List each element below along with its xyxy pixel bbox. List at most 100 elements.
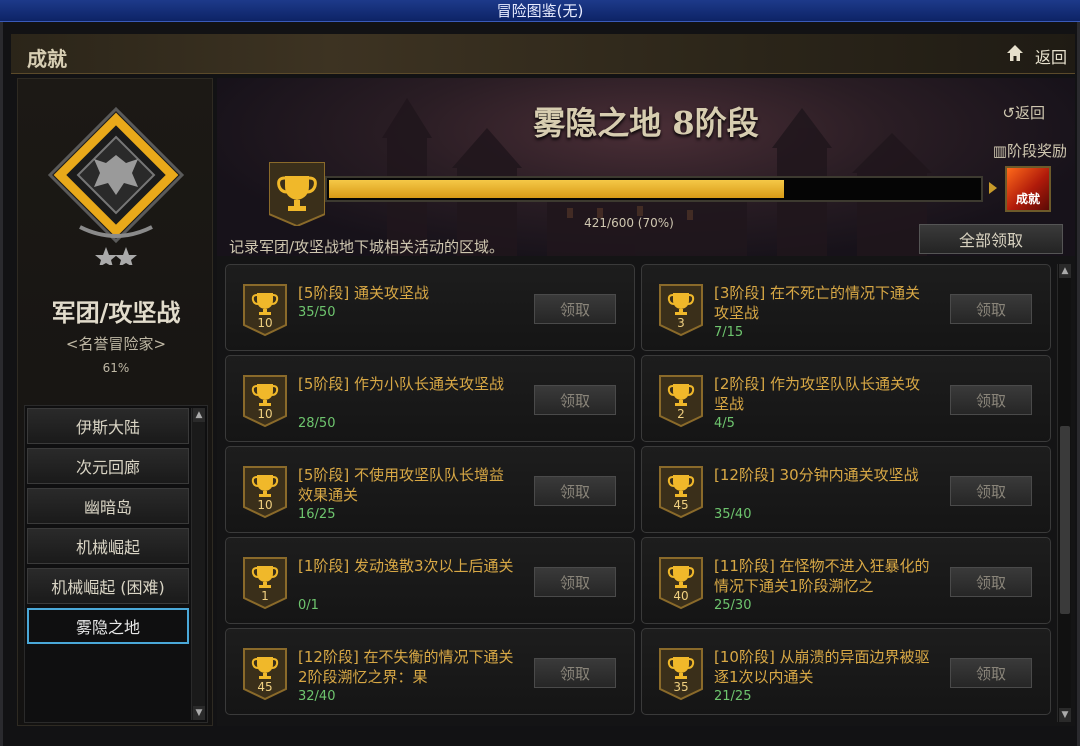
claim-button[interactable]: 领取 xyxy=(534,385,616,415)
achievement-scrollbar[interactable]: ▲ ▼ xyxy=(1057,264,1071,722)
scroll-up-icon[interactable]: ▲ xyxy=(193,408,205,422)
achievement-progress: 28/50 xyxy=(298,416,336,431)
stage-banner: 雾隐之地 8阶段 ↺返回 ▥阶段奖励 成就 421/600 (70%) 记录军团… xyxy=(217,78,1075,256)
achievement-points: 2 xyxy=(677,407,685,421)
nav-scrollbar[interactable]: ▲ ▼ xyxy=(191,408,205,720)
progress-arrow-icon xyxy=(989,182,997,194)
claim-button[interactable]: 领取 xyxy=(534,567,616,597)
achievement-card: 10 [5阶段] 通关攻坚战 35/50 领取 xyxy=(225,264,635,351)
achievement-title: [1阶段] 发动逸散3次以上后通关 xyxy=(298,557,514,575)
achievement-progress: 35/40 xyxy=(714,507,752,522)
achievement-badge: 45 xyxy=(658,465,704,519)
nav-item-dark-island[interactable]: 幽暗岛 xyxy=(27,488,189,524)
claim-button[interactable]: 领取 xyxy=(950,658,1032,688)
achievement-badge: 40 xyxy=(658,556,704,610)
achievement-badge: 35 xyxy=(658,647,704,701)
achievement-card: 3 [3阶段] 在不死亡的情况下通关攻坚战 7/15 领取 xyxy=(641,264,1051,351)
achievement-title: [5阶段] 不使用攻坚队队长增益效果通关 xyxy=(298,466,505,504)
achievement-title: [5阶段] 作为小队长通关攻坚战 xyxy=(298,375,505,393)
scroll-down-icon[interactable]: ▼ xyxy=(1059,708,1071,722)
window-title: 冒险图鉴(无) xyxy=(496,2,584,20)
achievement-points: 3 xyxy=(677,316,685,330)
scroll-down-icon[interactable]: ▼ xyxy=(193,706,205,720)
achievement-points: 10 xyxy=(257,498,273,512)
achievement-progress: 0/1 xyxy=(298,598,319,613)
stage-back-link[interactable]: ↺返回 xyxy=(1002,102,1045,123)
region-description: 记录军团/攻坚战地下城相关活动的区域。 xyxy=(229,238,505,256)
category-subtitle: <名誉冒险家> xyxy=(65,335,167,353)
achievement-card: 35 [10阶段] 从崩溃的异面边界被驱逐1次以内通关 21/25 领取 xyxy=(641,628,1051,715)
achievement-title: [12阶段] 在不失衡的情况下通关2阶段溯忆之界：果 xyxy=(298,648,514,686)
achievement-points: 35 xyxy=(673,680,689,694)
achievement-progress: 16/25 xyxy=(298,507,336,522)
achievement-title: [12阶段] 30分钟内通关攻坚战 xyxy=(714,466,919,484)
achievement-progress: 4/5 xyxy=(714,416,735,431)
back-arrow-icon: ↺ xyxy=(1002,104,1015,122)
nav-item-mist-land[interactable]: 雾隐之地 xyxy=(27,608,189,644)
home-icon[interactable] xyxy=(1005,43,1025,63)
achievement-points: 45 xyxy=(257,680,273,694)
achievement-card: 45 [12阶段] 30分钟内通关攻坚战 35/40 领取 xyxy=(641,446,1051,533)
achievement-badge: 10 xyxy=(242,283,288,337)
claim-button[interactable]: 领取 xyxy=(950,294,1032,324)
achievement-badge: 1 xyxy=(242,556,288,610)
achievement-badge: 2 xyxy=(658,374,704,428)
claim-button[interactable]: 领取 xyxy=(950,476,1032,506)
achievement-points: 10 xyxy=(257,407,273,421)
claim-button[interactable]: 领取 xyxy=(950,567,1032,597)
nav-item-machine-rise[interactable]: 机械崛起 xyxy=(27,528,189,564)
main-window: 成就 返回 军团/攻坚战 <名誉冒险家> 61% 伊斯大陆 次元回廊 幽暗岛 机… xyxy=(0,22,1080,746)
stage-reward-icon[interactable]: 成就 xyxy=(1005,166,1051,212)
stage-progress-fill xyxy=(329,180,784,198)
stage-title: 雾隐之地 8阶段 xyxy=(533,104,759,142)
achievement-badge: 10 xyxy=(242,465,288,519)
scroll-up-icon[interactable]: ▲ xyxy=(1059,264,1071,278)
achievement-progress: 25/30 xyxy=(714,598,752,613)
achievement-badge: 3 xyxy=(658,283,704,337)
achievement-title: [2阶段] 作为攻坚队队长通关攻坚战 xyxy=(714,375,921,413)
achievement-progress: 35/50 xyxy=(298,305,336,320)
achievement-panel: 雾隐之地 8阶段 ↺返回 ▥阶段奖励 成就 421/600 (70%) 记录军团… xyxy=(217,78,1075,726)
achievement-points: 40 xyxy=(673,589,689,603)
achievement-card: 2 [2阶段] 作为攻坚队队长通关攻坚战 4/5 领取 xyxy=(641,355,1051,442)
legion-emblem-icon xyxy=(47,106,185,265)
achievement-card: 10 [5阶段] 不使用攻坚队队长增益效果通关 16/25 领取 xyxy=(225,446,635,533)
nav-item-dimension-corridor[interactable]: 次元回廊 xyxy=(27,448,189,484)
achievement-grid: 10 [5阶段] 通关攻坚战 35/50 领取 3 [3阶段] 在不死亡的情况下通关攻坚战… xyxy=(221,264,1055,724)
stage-progress-bar xyxy=(325,176,983,202)
gift-icon: ▥ xyxy=(992,142,1007,160)
category-title: 军团/攻坚战 xyxy=(51,298,181,327)
section-header: 成就 返回 xyxy=(11,34,1075,74)
achievement-progress: 32/40 xyxy=(298,689,336,704)
achievement-title: [11阶段] 在怪物不进入狂暴化的情况下通关1阶段溯忆之 xyxy=(714,557,930,595)
scroll-thumb[interactable] xyxy=(1060,426,1070,614)
claim-all-button[interactable]: 全部领取 xyxy=(919,224,1063,254)
window-titlebar: 冒险图鉴(无) xyxy=(0,0,1080,22)
claim-button[interactable]: 领取 xyxy=(534,476,616,506)
achievement-badge: 10 xyxy=(242,374,288,428)
achievement-card: 1 [1阶段] 发动逸散3次以上后通关 0/1 领取 xyxy=(225,537,635,624)
achievement-progress: 7/15 xyxy=(714,325,744,340)
category-panel: 军团/攻坚战 <名誉冒险家> 61% 伊斯大陆 次元回廊 幽暗岛 机械崛起 机械… xyxy=(17,78,213,726)
stage-reward-link[interactable]: ▥阶段奖励 xyxy=(993,140,1067,161)
achievement-card: 40 [11阶段] 在怪物不进入狂暴化的情况下通关1阶段溯忆之 25/30 领取 xyxy=(641,537,1051,624)
section-title: 成就 xyxy=(27,47,67,71)
header-back-button[interactable]: 返回 xyxy=(1035,44,1067,68)
claim-button[interactable]: 领取 xyxy=(950,385,1032,415)
achievement-title: [5阶段] 通关攻坚战 xyxy=(298,284,430,302)
region-nav-list: 伊斯大陆 次元回廊 幽暗岛 机械崛起 机械崛起 (困难) 雾隐之地 ▲ ▼ xyxy=(24,405,208,723)
category-percent: 61% xyxy=(102,361,130,375)
achievement-progress: 21/25 xyxy=(714,689,752,704)
achievement-points: 1 xyxy=(261,589,269,603)
achievement-badge: 45 xyxy=(242,647,288,701)
achievement-title: [3阶段] 在不死亡的情况下通关攻坚战 xyxy=(714,284,921,322)
achievement-points: 10 xyxy=(257,316,273,330)
achievement-title: [10阶段] 从崩溃的异面边界被驱逐1次以内通关 xyxy=(714,648,930,686)
achievement-card: 10 [5阶段] 作为小队长通关攻坚战 28/50 领取 xyxy=(225,355,635,442)
achievement-card: 45 [12阶段] 在不失衡的情况下通关2阶段溯忆之界：果 32/40 领取 xyxy=(225,628,635,715)
claim-button[interactable]: 领取 xyxy=(534,294,616,324)
nav-item-machine-rise-hard[interactable]: 机械崛起 (困难) xyxy=(27,568,189,604)
nav-item-ys-continent[interactable]: 伊斯大陆 xyxy=(27,408,189,444)
claim-button[interactable]: 领取 xyxy=(534,658,616,688)
achievement-points: 45 xyxy=(673,498,689,512)
